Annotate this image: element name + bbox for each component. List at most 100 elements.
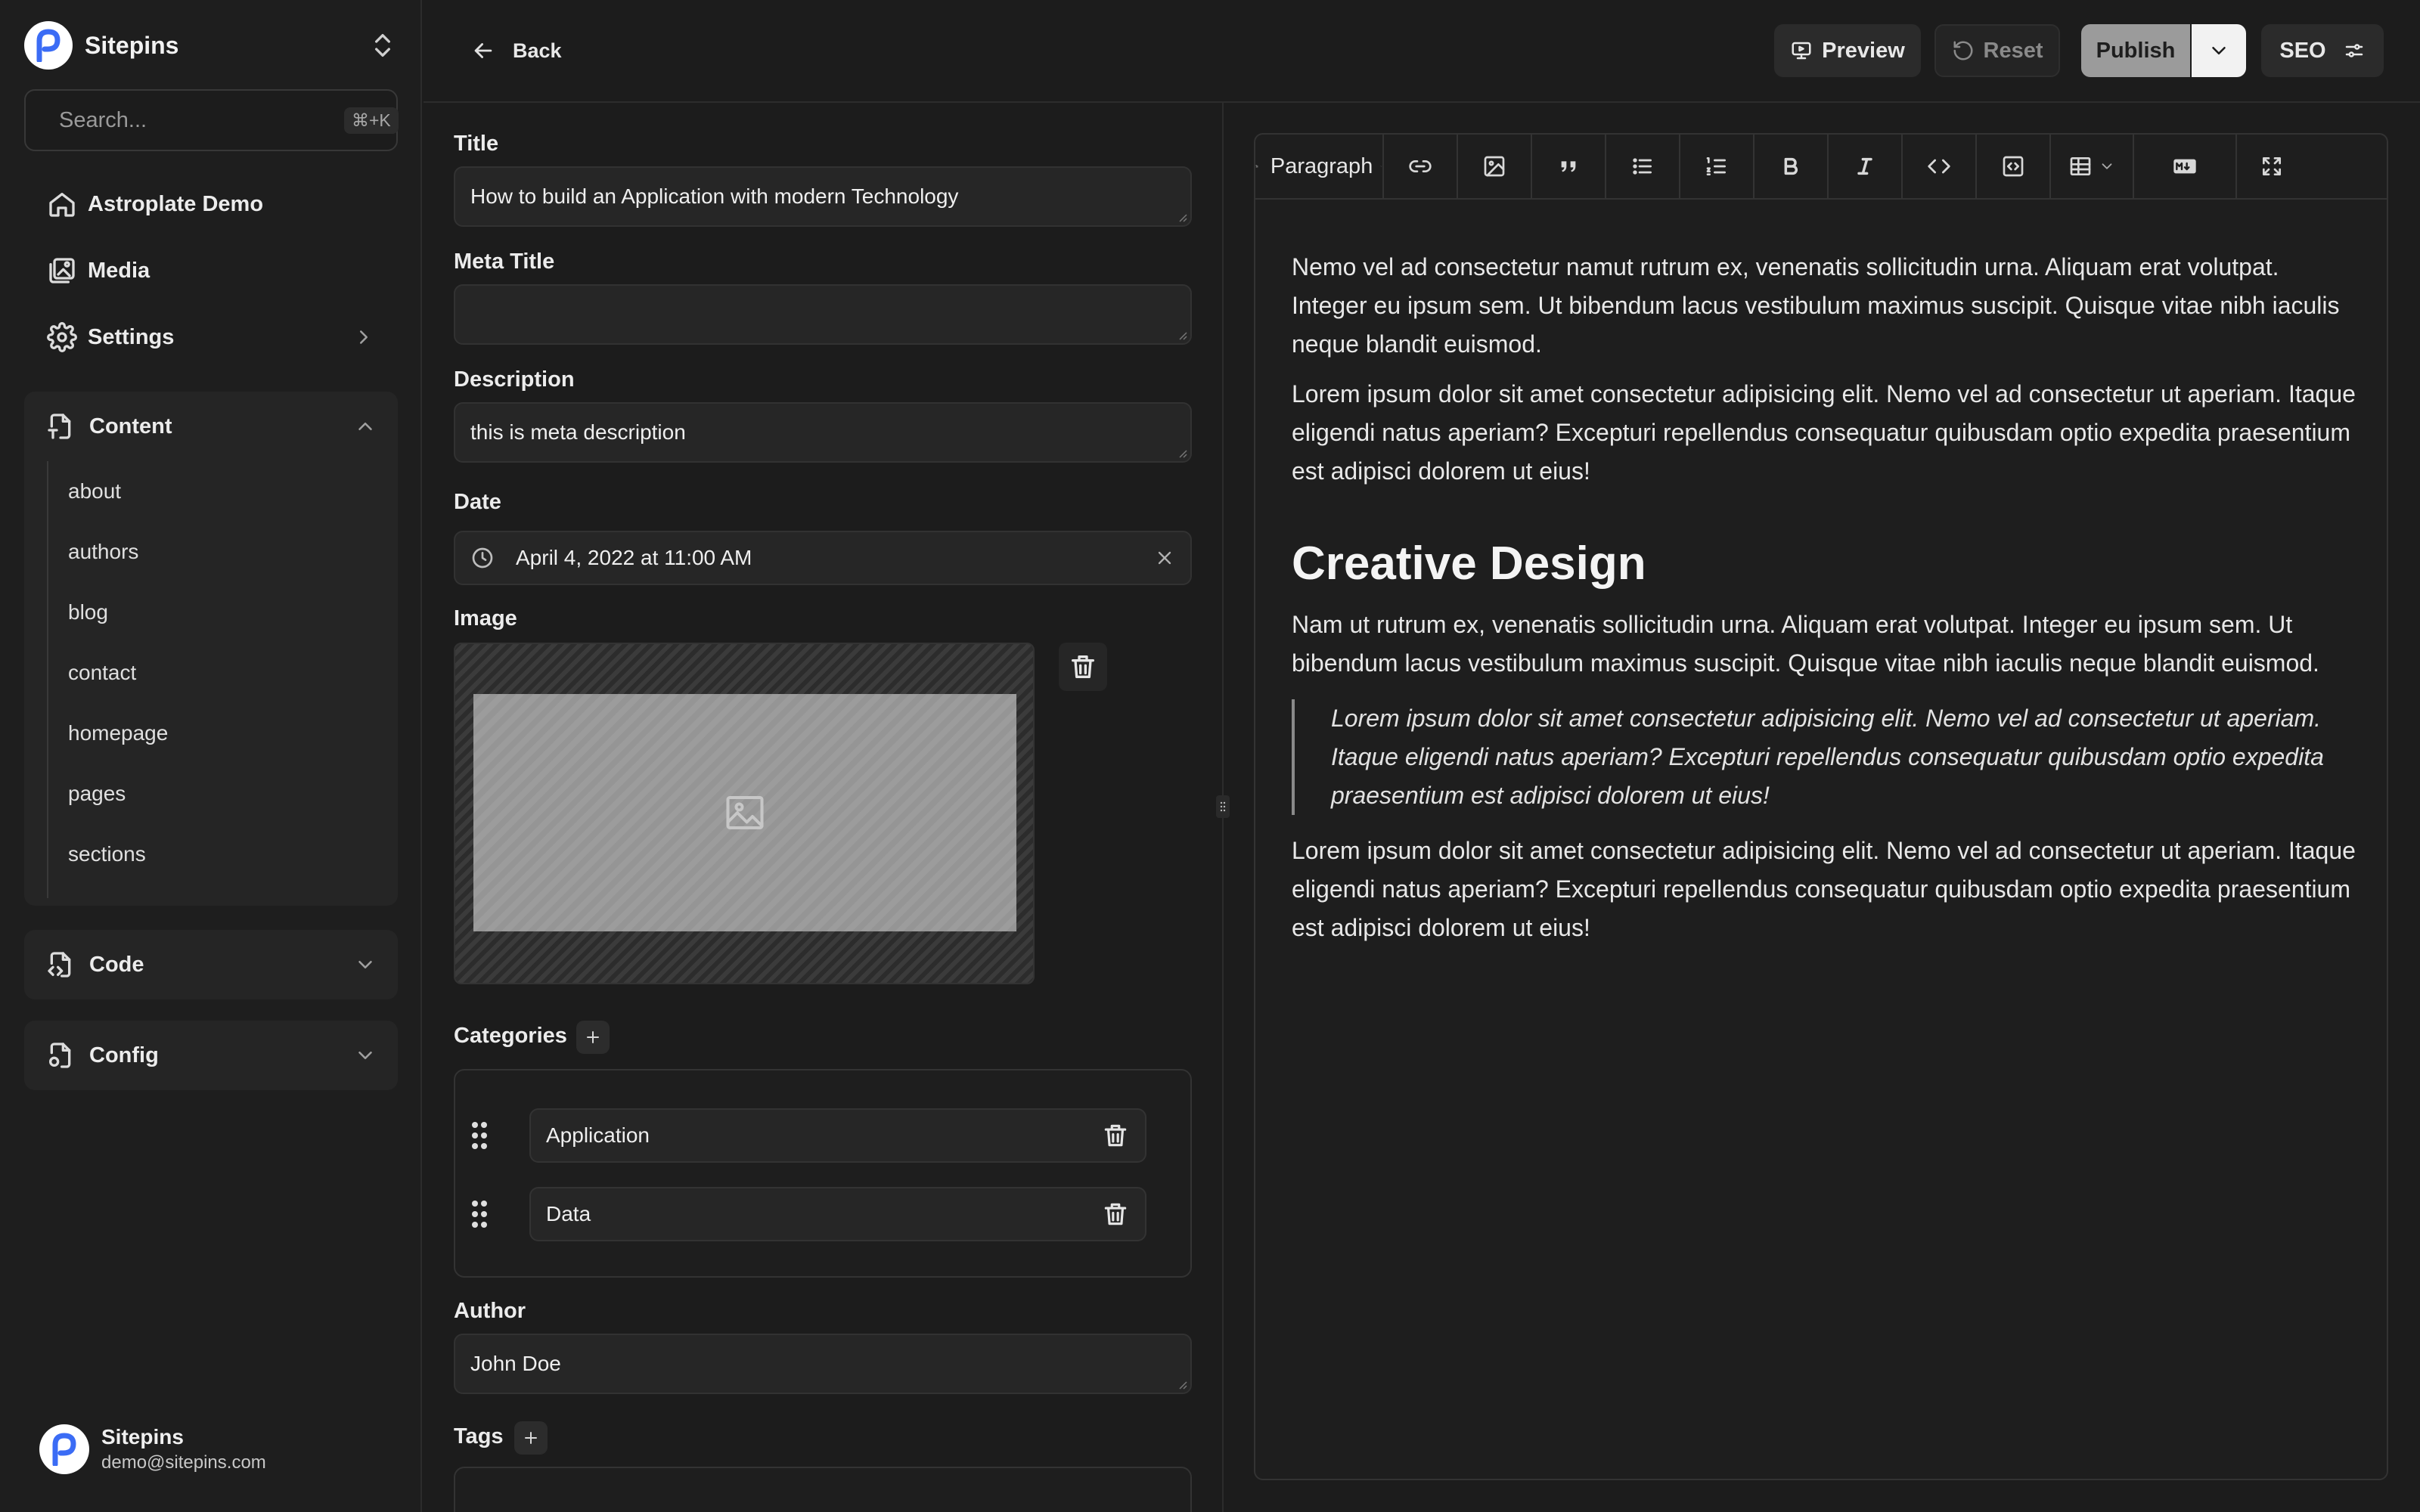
reset-button[interactable]: Reset xyxy=(1934,24,2060,77)
italic-icon xyxy=(1857,157,1872,175)
link-icon xyxy=(1409,160,1432,172)
description-input[interactable] xyxy=(470,420,1175,445)
preview-label: Preview xyxy=(1822,38,1905,63)
sliders-icon xyxy=(2345,44,2363,57)
sitepins-logo xyxy=(24,21,73,70)
nav-media[interactable]: Media xyxy=(24,242,398,299)
search-box[interactable]: ⌘+K xyxy=(24,89,399,151)
nav-astroplate-demo[interactable]: Astroplate Demo xyxy=(24,175,398,233)
numbered-list-button[interactable] xyxy=(1680,135,1754,198)
resize-grip-icon[interactable] xyxy=(1177,330,1187,340)
code-block-icon xyxy=(2003,156,2024,177)
top-bar: Back Preview Reset Publish SEO xyxy=(424,0,2420,103)
author-label: Author xyxy=(454,1299,526,1323)
content-item-homepage[interactable]: homepage xyxy=(48,703,398,764)
nav-label: Media xyxy=(88,258,150,283)
resize-grip-icon[interactable] xyxy=(1177,212,1187,222)
bold-icon xyxy=(1784,157,1798,175)
category-field[interactable]: Data xyxy=(529,1187,1146,1241)
code-group-header[interactable]: Code xyxy=(24,930,398,999)
image-button[interactable] xyxy=(1458,135,1532,198)
fullscreen-button[interactable] xyxy=(2237,135,2307,198)
resize-grip-icon[interactable] xyxy=(1177,448,1187,458)
image-icon xyxy=(1484,156,1505,177)
inline-code-button[interactable] xyxy=(1903,135,1977,198)
paragraph: Nemo vel ad consectetur namut rutrum ex,… xyxy=(1292,253,2340,358)
trash-icon[interactable] xyxy=(1101,1121,1130,1150)
quote-button[interactable] xyxy=(1532,135,1606,198)
link-button[interactable] xyxy=(1384,135,1458,198)
meta-title-field[interactable] xyxy=(454,284,1192,345)
trash-icon[interactable] xyxy=(1101,1200,1130,1228)
date-value: April 4, 2022 at 11:00 AM xyxy=(516,546,752,569)
chevron-down-icon xyxy=(1380,166,1382,167)
italic-button[interactable] xyxy=(1829,135,1903,198)
code-block-button[interactable] xyxy=(1977,135,2051,198)
image-preview[interactable] xyxy=(454,643,1035,984)
content-group-header[interactable]: Content xyxy=(24,392,398,461)
image-placeholder xyxy=(473,694,1016,931)
clear-icon[interactable] xyxy=(1154,547,1175,569)
text-size-icon xyxy=(1255,165,1258,168)
block-type-select[interactable]: Paragraph xyxy=(1255,135,1384,198)
add-category-button[interactable] xyxy=(576,1021,610,1054)
markdown-toggle-button[interactable] xyxy=(2134,135,2237,198)
chevron-up-down-icon[interactable] xyxy=(368,30,398,60)
paragraph: Nam ut rutrum ex, venenatis sollicitudin… xyxy=(1292,611,2319,677)
back-label: Back xyxy=(513,39,562,62)
editor-content[interactable]: Nemo vel ad consectetur namut rutrum ex,… xyxy=(1292,248,2361,959)
user-name: Sitepins xyxy=(101,1425,184,1448)
tags-list xyxy=(454,1467,1192,1512)
delete-image-button[interactable] xyxy=(1059,643,1107,691)
content-item-blog[interactable]: blog xyxy=(48,582,398,643)
add-tag-button[interactable] xyxy=(514,1421,548,1455)
resize-handle[interactable] xyxy=(1216,795,1230,818)
categories-list: Application Data xyxy=(454,1069,1192,1278)
author-input[interactable] xyxy=(470,1352,1175,1376)
bold-button[interactable] xyxy=(1754,135,1829,198)
preview-button[interactable]: Preview xyxy=(1774,24,1921,77)
description-field[interactable] xyxy=(454,402,1192,463)
drag-handle-icon[interactable] xyxy=(470,1120,489,1151)
reset-icon xyxy=(1953,41,1972,60)
block-type-label: Paragraph xyxy=(1270,153,1373,178)
bullet-list-button[interactable] xyxy=(1606,135,1680,198)
drag-handle-icon[interactable] xyxy=(470,1199,489,1229)
title-input[interactable] xyxy=(470,184,1175,209)
chevron-down-icon xyxy=(358,1052,372,1059)
image-icon xyxy=(726,796,764,829)
search-input[interactable] xyxy=(59,107,344,133)
back-button[interactable]: Back xyxy=(470,30,562,71)
content-item-sections[interactable]: sections xyxy=(48,824,398,885)
table-button[interactable] xyxy=(2051,135,2134,198)
nav-settings[interactable]: Settings xyxy=(24,308,398,366)
content-item-pages[interactable]: pages xyxy=(48,764,398,824)
content-item-authors[interactable]: authors xyxy=(48,522,398,582)
search-shortcut: ⌘+K xyxy=(344,107,399,134)
image-label: Image xyxy=(454,606,517,631)
user-profile[interactable]: Sitepins demo@sitepins.com xyxy=(39,1424,266,1474)
author-field[interactable] xyxy=(454,1334,1192,1394)
meta-title-input[interactable] xyxy=(470,302,1175,327)
date-field[interactable]: April 4, 2022 at 11:00 AM xyxy=(454,531,1192,585)
publish-button[interactable]: Publish xyxy=(2081,24,2190,77)
content-item-about[interactable]: about xyxy=(48,461,398,522)
editor-toolbar: Paragraph xyxy=(1255,135,2387,200)
seo-button[interactable]: SEO xyxy=(2261,24,2384,77)
category-field[interactable]: Application xyxy=(529,1108,1146,1163)
table-icon xyxy=(2070,157,2091,175)
heading: Creative Design xyxy=(1292,538,1646,590)
file-code-icon xyxy=(48,952,71,978)
workspace-switcher[interactable]: Sitepins xyxy=(24,20,398,71)
publish-options-button[interactable] xyxy=(2192,24,2246,77)
title-label: Title xyxy=(454,132,499,156)
content-list: about authors blog contact homepage page… xyxy=(47,461,398,898)
frontmatter-form: Title Meta Title Description Date April … xyxy=(454,103,1192,1512)
media-icon xyxy=(49,258,75,284)
config-group-header[interactable]: Config xyxy=(24,1021,398,1090)
sidebar: Sitepins ⌘+K Astroplate Demo Media Setti… xyxy=(0,0,422,1512)
meta-title-label: Meta Title xyxy=(454,249,555,274)
title-field[interactable] xyxy=(454,166,1192,227)
resize-grip-icon[interactable] xyxy=(1177,1379,1187,1390)
content-item-contact[interactable]: contact xyxy=(48,643,398,703)
